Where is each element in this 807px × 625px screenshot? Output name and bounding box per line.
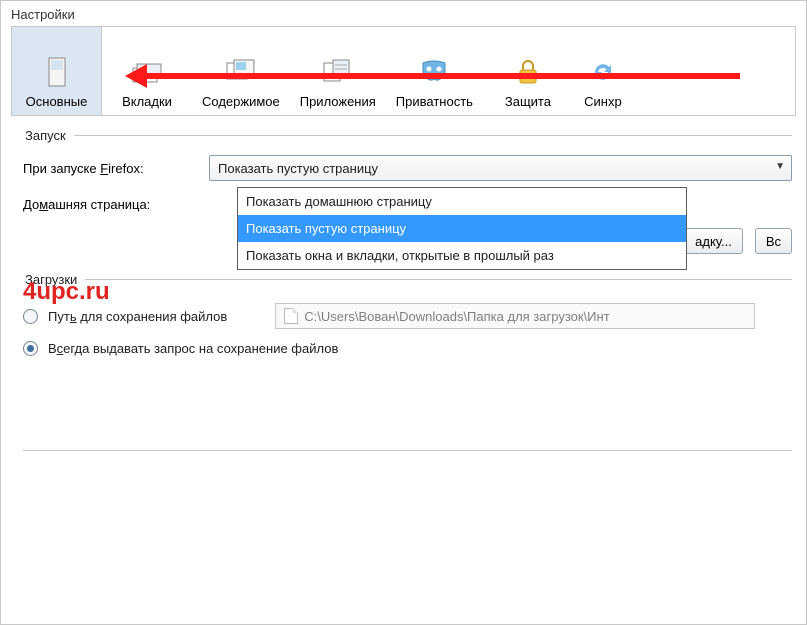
startup-group: Запуск При запуске Firefox: Показать пус… xyxy=(23,128,792,266)
radio-save-path[interactable] xyxy=(23,309,38,324)
dropdown-option[interactable]: Показать окна и вкладки, открытые в прош… xyxy=(238,242,686,269)
tab-content[interactable]: Содержимое xyxy=(192,27,290,115)
tab-label: Защита xyxy=(505,94,551,109)
sync-icon xyxy=(587,56,619,88)
folder-icon xyxy=(284,308,298,324)
tab-applications[interactable]: Приложения xyxy=(290,27,386,115)
dropdown-option[interactable]: Показать домашнюю страницу xyxy=(238,188,686,215)
separator xyxy=(23,450,792,451)
startup-select-value: Показать пустую страницу xyxy=(218,161,378,176)
always-ask-label: Всегда выдавать запрос на сохранение фай… xyxy=(48,341,338,356)
tab-label: Содержимое xyxy=(202,94,280,109)
use-bookmark-button[interactable]: адку... xyxy=(684,228,743,254)
when-launch-label: При запуске Firefox: xyxy=(23,161,203,176)
download-path-value: C:\Users\Вован\Downloads\Папка для загру… xyxy=(304,309,609,324)
tab-tabs[interactable]: Вкладки xyxy=(102,27,192,115)
tabs-icon xyxy=(131,56,163,88)
content-icon xyxy=(225,56,257,88)
tab-label: Приватность xyxy=(396,94,473,109)
save-path-label: Путь для сохранения файлов xyxy=(48,309,227,324)
general-icon xyxy=(41,56,73,88)
downloads-legend: Загрузки xyxy=(23,272,85,287)
tab-label: Синхр xyxy=(584,94,622,109)
tab-label: Вкладки xyxy=(122,94,172,109)
tab-sync[interactable]: Синхр xyxy=(573,27,633,115)
toolbar: Основные Вкладки Содержимое Приложения П… xyxy=(11,26,796,116)
download-path-field[interactable]: C:\Users\Вован\Downloads\Папка для загру… xyxy=(275,303,755,329)
tab-general[interactable]: Основные xyxy=(12,27,102,115)
mask-icon xyxy=(418,56,450,88)
homepage-label: Домашняя страница: xyxy=(23,197,203,212)
window-title: Настройки xyxy=(1,1,806,26)
downloads-group: Загрузки Путь для сохранения файлов C:\U… xyxy=(23,272,792,380)
dropdown-option[interactable]: Показать пустую страницу xyxy=(238,215,686,242)
startup-dropdown: Показать домашнюю страницу Показать пуст… xyxy=(237,187,687,270)
applications-icon xyxy=(322,56,354,88)
restore-default-button[interactable]: Вс xyxy=(755,228,792,254)
tab-privacy[interactable]: Приватность xyxy=(386,27,483,115)
lock-icon xyxy=(512,56,544,88)
startup-select[interactable]: Показать пустую страницу xyxy=(209,155,792,181)
tab-security[interactable]: Защита xyxy=(483,27,573,115)
startup-legend: Запуск xyxy=(23,128,74,143)
tab-label: Основные xyxy=(26,94,88,109)
tab-label: Приложения xyxy=(300,94,376,109)
radio-always-ask[interactable] xyxy=(23,341,38,356)
